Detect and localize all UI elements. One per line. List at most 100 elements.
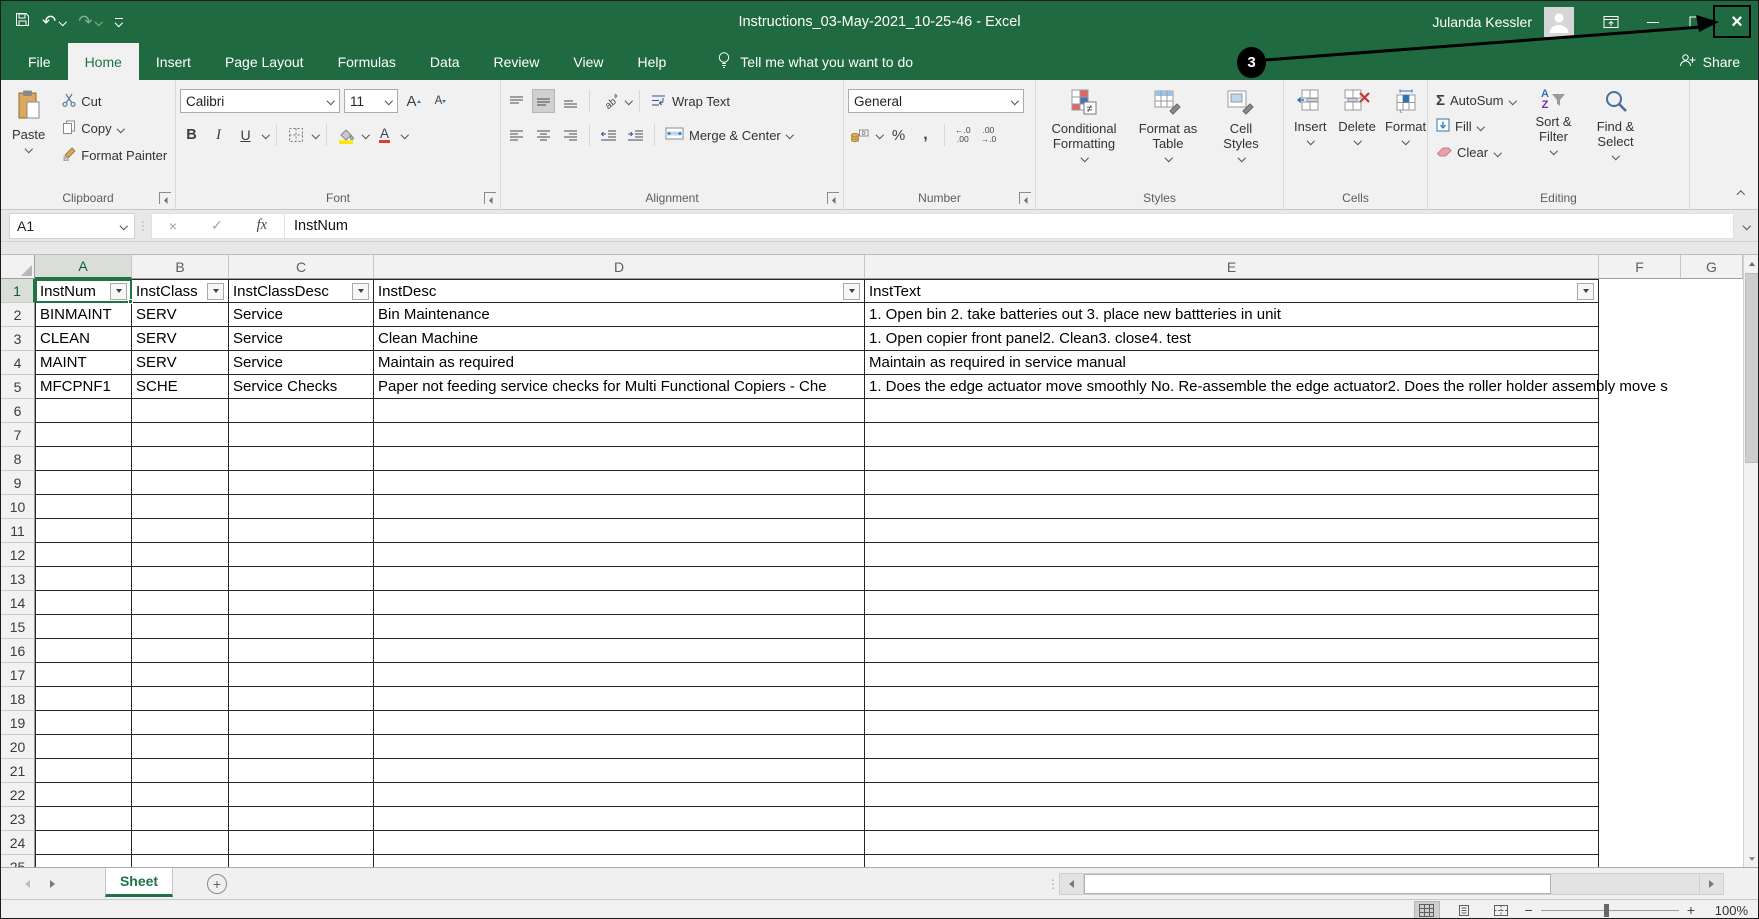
- align-center-button[interactable]: [532, 123, 555, 147]
- cell-B20[interactable]: [132, 735, 229, 759]
- tab-insert[interactable]: Insert: [139, 43, 208, 80]
- cell-D21[interactable]: [374, 759, 865, 783]
- cell-G25[interactable]: [1681, 855, 1743, 867]
- cell-D8[interactable]: [374, 447, 865, 471]
- save-button[interactable]: [15, 12, 30, 32]
- cell-C17[interactable]: [229, 663, 374, 687]
- cell-E16[interactable]: [865, 639, 1599, 663]
- row-header-2[interactable]: 2: [1, 303, 35, 327]
- cell-A5[interactable]: MFCPNF1: [35, 375, 132, 399]
- cell-D15[interactable]: [374, 615, 865, 639]
- format-painter-button[interactable]: Format Painter: [58, 143, 171, 168]
- underline-dropdown-icon[interactable]: [261, 132, 269, 139]
- cell-E9[interactable]: [865, 471, 1599, 495]
- cell-D18[interactable]: [374, 687, 865, 711]
- row-header-25[interactable]: 25: [1, 855, 35, 867]
- minimize-button[interactable]: [1632, 1, 1674, 43]
- cell-F21[interactable]: [1599, 759, 1681, 783]
- page-layout-view-button[interactable]: [1451, 901, 1477, 919]
- cell-A9[interactable]: [35, 471, 132, 495]
- cell-F1[interactable]: [1599, 279, 1681, 303]
- cell-D13[interactable]: [374, 567, 865, 591]
- cell-E5[interactable]: 1. Does the edge actuator move smoothly …: [865, 375, 1599, 399]
- scroll-left-button[interactable]: [1060, 874, 1084, 894]
- font-color-button[interactable]: A: [373, 123, 396, 147]
- cell-F16[interactable]: [1599, 639, 1681, 663]
- zoom-slider-thumb[interactable]: [1604, 904, 1609, 917]
- autosum-dropdown-icon[interactable]: [1509, 97, 1517, 104]
- tab-help[interactable]: Help: [621, 43, 684, 80]
- row-header-10[interactable]: 10: [1, 495, 35, 519]
- previous-sheet-button[interactable]: [25, 880, 30, 888]
- cell-G2[interactable]: [1681, 303, 1743, 327]
- cell-D7[interactable]: [374, 423, 865, 447]
- cell-E12[interactable]: [865, 543, 1599, 567]
- cut-button[interactable]: Cut: [58, 89, 171, 114]
- comma-style-button[interactable]: ,: [914, 123, 937, 147]
- cell-C5[interactable]: Service Checks: [229, 375, 374, 399]
- cell-D25[interactable]: [374, 855, 865, 867]
- cell-E13[interactable]: [865, 567, 1599, 591]
- cell-B25[interactable]: [132, 855, 229, 867]
- cell-A10[interactable]: [35, 495, 132, 519]
- row-header-22[interactable]: 22: [1, 783, 35, 807]
- cell-G17[interactable]: [1681, 663, 1743, 687]
- cell-E1[interactable]: InstText: [865, 279, 1599, 303]
- copy-button[interactable]: Copy: [58, 116, 171, 141]
- cell-E25[interactable]: [865, 855, 1599, 867]
- cell-C3[interactable]: Service: [229, 327, 374, 351]
- cell-E24[interactable]: [865, 831, 1599, 855]
- delete-cells-button[interactable]: Delete: [1335, 87, 1380, 187]
- cell-F24[interactable]: [1599, 831, 1681, 855]
- cell-F18[interactable]: [1599, 687, 1681, 711]
- row-header-4[interactable]: 4: [1, 351, 35, 375]
- row-header-19[interactable]: 19: [1, 711, 35, 735]
- cell-B22[interactable]: [132, 783, 229, 807]
- cell-B9[interactable]: [132, 471, 229, 495]
- cell-G7[interactable]: [1681, 423, 1743, 447]
- cell-D2[interactable]: Bin Maintenance: [374, 303, 865, 327]
- conditional-formatting-dropdown-icon[interactable]: [1080, 154, 1088, 161]
- row-header-6[interactable]: 6: [1, 399, 35, 423]
- cell-E11[interactable]: [865, 519, 1599, 543]
- bottom-align-button[interactable]: [559, 89, 582, 113]
- row-header-21[interactable]: 21: [1, 759, 35, 783]
- increase-indent-button[interactable]: [624, 123, 647, 147]
- cell-B24[interactable]: [132, 831, 229, 855]
- cell-B1[interactable]: InstClass: [132, 279, 229, 303]
- row-header-3[interactable]: 3: [1, 327, 35, 351]
- increase-decimal-button[interactable]: ←.0.00: [952, 126, 974, 144]
- scroll-up-button[interactable]: [1744, 255, 1759, 272]
- cell-A14[interactable]: [35, 591, 132, 615]
- fill-color-button[interactable]: [334, 123, 357, 147]
- row-header-14[interactable]: 14: [1, 591, 35, 615]
- row-header-17[interactable]: 17: [1, 663, 35, 687]
- cell-E22[interactable]: [865, 783, 1599, 807]
- cell-B10[interactable]: [132, 495, 229, 519]
- accounting-dropdown-icon[interactable]: [875, 132, 883, 139]
- cell-E2[interactable]: 1. Open bin 2. take batteries out 3. pla…: [865, 303, 1599, 327]
- tab-data[interactable]: Data: [413, 43, 477, 80]
- fill-handle[interactable]: [128, 299, 133, 304]
- align-left-button[interactable]: [505, 123, 528, 147]
- column-header-f[interactable]: F: [1599, 255, 1681, 279]
- paste-dropdown-icon[interactable]: [25, 145, 33, 152]
- cell-A13[interactable]: [35, 567, 132, 591]
- column-header-b[interactable]: B: [132, 255, 229, 279]
- cell-G10[interactable]: [1681, 495, 1743, 519]
- middle-align-button[interactable]: [532, 89, 555, 113]
- cell-D6[interactable]: [374, 399, 865, 423]
- select-all-corner[interactable]: [1, 255, 35, 279]
- row-header-13[interactable]: 13: [1, 567, 35, 591]
- borders-button[interactable]: [284, 123, 307, 147]
- cell-F2[interactable]: [1599, 303, 1681, 327]
- cell-G4[interactable]: [1681, 351, 1743, 375]
- zoom-in-button[interactable]: +: [1687, 902, 1695, 918]
- italic-button[interactable]: I: [207, 123, 230, 147]
- cell-G6[interactable]: [1681, 399, 1743, 423]
- cell-B18[interactable]: [132, 687, 229, 711]
- cell-F7[interactable]: [1599, 423, 1681, 447]
- column-header-d[interactable]: D: [374, 255, 865, 279]
- cell-C14[interactable]: [229, 591, 374, 615]
- format-cells-button[interactable]: Format: [1382, 87, 1430, 187]
